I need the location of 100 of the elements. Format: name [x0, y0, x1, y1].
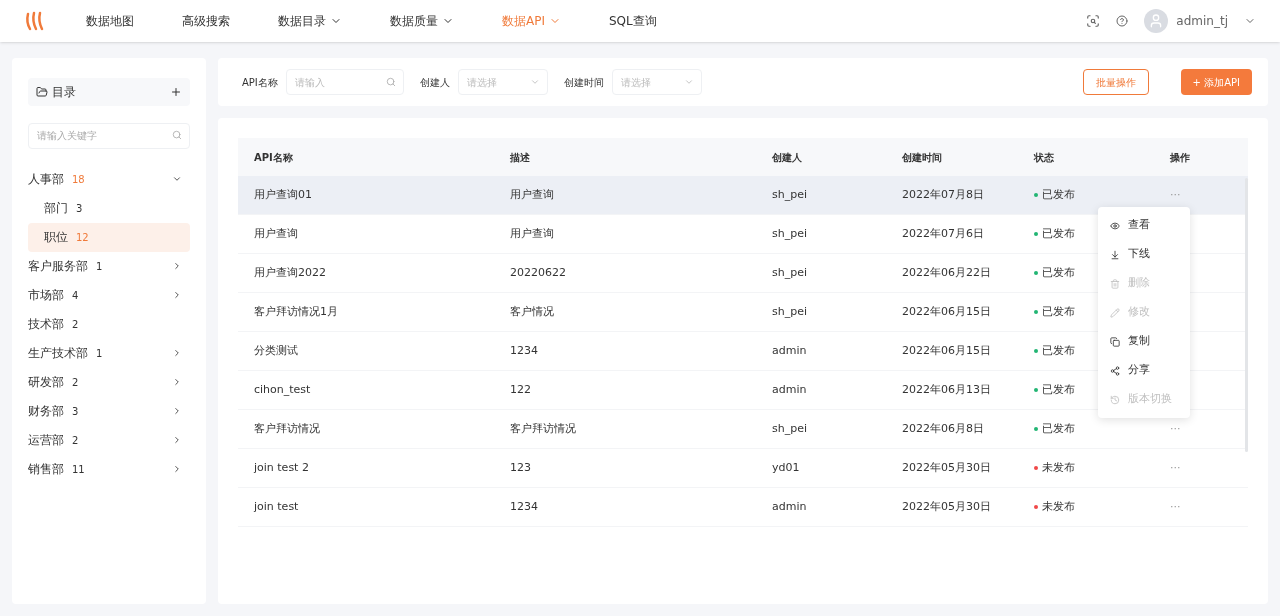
count-label: 3 [72, 404, 79, 419]
table-cell-text: 2022年05月30日 [901, 498, 992, 515]
status-text: 未发布 [1042, 498, 1075, 515]
status-text: 未发布 [1042, 459, 1075, 476]
help-icon[interactable] [1116, 15, 1129, 27]
copy-icon [1110, 336, 1120, 347]
filter-label: API名称 [242, 75, 278, 90]
tree-item[interactable]: 职位 12 [28, 222, 190, 252]
tree-item[interactable]: 财务部 3 [28, 396, 190, 426]
search-icon [172, 130, 182, 140]
table-cell-text: 用户查询01 [253, 186, 313, 203]
count-label: 2 [72, 317, 79, 332]
search-field[interactable]: 请输入 [285, 69, 404, 95]
column-header: 操作 [1169, 150, 1191, 165]
table-cell-text: admin [771, 498, 808, 515]
table-cell-text: admin [771, 381, 808, 398]
count-label: 3 [76, 201, 83, 216]
table-cell-text: 用户查询 [509, 225, 555, 242]
table-cell-text: 客户拜访情况1月 [253, 303, 339, 320]
table-cell-text: 用户查询 [253, 225, 299, 242]
tree-item[interactable]: 研发部 2 [28, 367, 190, 397]
table-cell-text: 2022年07月6日 [901, 225, 985, 242]
nav-tab[interactable]: 数据质量 [390, 12, 454, 30]
count-label: 2 [72, 433, 79, 448]
column-header: 创建时间 [901, 150, 943, 165]
tree-item[interactable]: 客户服务部 1 [28, 251, 190, 281]
status-text: 已发布 [1042, 225, 1075, 242]
table-cell-text: sh_pei [771, 186, 808, 203]
table-cell-text: yd01 [771, 459, 801, 476]
column-header: 描述 [509, 150, 531, 165]
table-cell-text: sh_pei [771, 303, 808, 320]
search-icon[interactable] [1086, 14, 1101, 28]
filter-label: 创建人 [419, 75, 450, 90]
table-cell-text: 123 [509, 459, 532, 476]
status-text: 已发布 [1042, 381, 1075, 398]
table-cell-text: 2022年06月15日 [901, 303, 992, 320]
table-cell-text: sh_pei [771, 264, 808, 281]
tree-item[interactable]: 销售部 11 [28, 454, 190, 484]
table-cell-text: admin [771, 342, 808, 359]
filter-label: 创建时间 [563, 75, 604, 90]
keyword-search-field[interactable]: 请输入关键字 [28, 122, 190, 149]
table-cell-text: 2022年06月22日 [901, 264, 992, 281]
add-icon[interactable] [170, 86, 182, 98]
tree-item[interactable]: 人事部 18 [28, 164, 190, 194]
tree-item[interactable]: 生产技术部 1 [28, 338, 190, 368]
table-cell-text: 2022年06月13日 [901, 381, 992, 398]
table-cell-text: 2022年05月30日 [901, 459, 992, 476]
table-cell-text: 客户拜访情况 [253, 420, 321, 437]
table-cell-text: join test [253, 498, 300, 515]
status-text: 已发布 [1042, 342, 1075, 359]
table-cell-text: 122 [509, 381, 532, 398]
catalog-title: 目录 [52, 84, 76, 101]
nav-tab[interactable]: SQL查询 [609, 12, 657, 30]
download-icon [1110, 249, 1120, 260]
folder-icon [36, 86, 48, 98]
share-icon [1110, 365, 1120, 376]
table-cell-text: 1234 [509, 498, 539, 515]
count-label: 1 [96, 259, 103, 274]
column-header: 创建人 [771, 150, 803, 165]
tree-item[interactable]: 技术部 2 [28, 309, 190, 339]
column-header: 状态 [1032, 150, 1055, 165]
caret-icon [529, 77, 540, 87]
table-cell-text: 分类测试 [253, 342, 299, 359]
status-text: 已发布 [1042, 264, 1075, 281]
table-cell-text: 2022年06月15日 [901, 342, 992, 359]
count-label: 2 [72, 375, 79, 390]
status-text: 已发布 [1042, 420, 1075, 437]
nav-tab[interactable]: 高级搜索 [182, 12, 230, 30]
tree-item[interactable]: 部门 3 [28, 193, 190, 223]
caret-icon [683, 77, 694, 87]
table-cell-text: 用户查询 [509, 186, 555, 203]
table-cell-text: cihon_test [253, 381, 312, 398]
select-field[interactable]: 请选择 [611, 69, 702, 95]
status-text: 已发布 [1042, 303, 1075, 320]
table-cell-text: 用户查询2022 [253, 264, 327, 281]
select-field[interactable]: 请选择 [457, 69, 548, 95]
nav-tab[interactable]: 数据目录 [278, 12, 342, 30]
eye-icon [1110, 220, 1120, 231]
count-label: 11 [72, 462, 85, 477]
table-cell-text: sh_pei [771, 225, 808, 242]
table-row[interactable]: 用户查询01 用户查询 sh_pei 2022年07月8日 已发布 ··· [238, 176, 1248, 215]
tree-item[interactable]: 市场部 4 [28, 280, 190, 310]
trash-icon [1110, 278, 1120, 289]
table-cell-text: 1234 [509, 342, 539, 359]
table-cell-text: join test 2 [253, 459, 310, 476]
column-header: API名称 [253, 150, 294, 165]
table-cell-text: 20220622 [509, 264, 567, 281]
pencil-icon [1110, 307, 1120, 318]
count-label: 4 [72, 288, 79, 303]
search-icon [385, 77, 396, 87]
logo-icon [24, 10, 46, 32]
table-cell-text: 客户情况 [509, 303, 555, 320]
tree-item[interactable]: 运营部 2 [28, 425, 190, 455]
user-name[interactable]: admin_tj [1176, 12, 1228, 30]
status-text: 已发布 [1042, 186, 1075, 203]
count-label: 1 [96, 346, 103, 361]
table-cell-text: 客户拜访情况 [509, 420, 577, 437]
table-cell-text: sh_pei [771, 420, 808, 437]
count-label: 12 [76, 230, 89, 245]
nav-tab[interactable]: 数据地图 [86, 12, 134, 30]
